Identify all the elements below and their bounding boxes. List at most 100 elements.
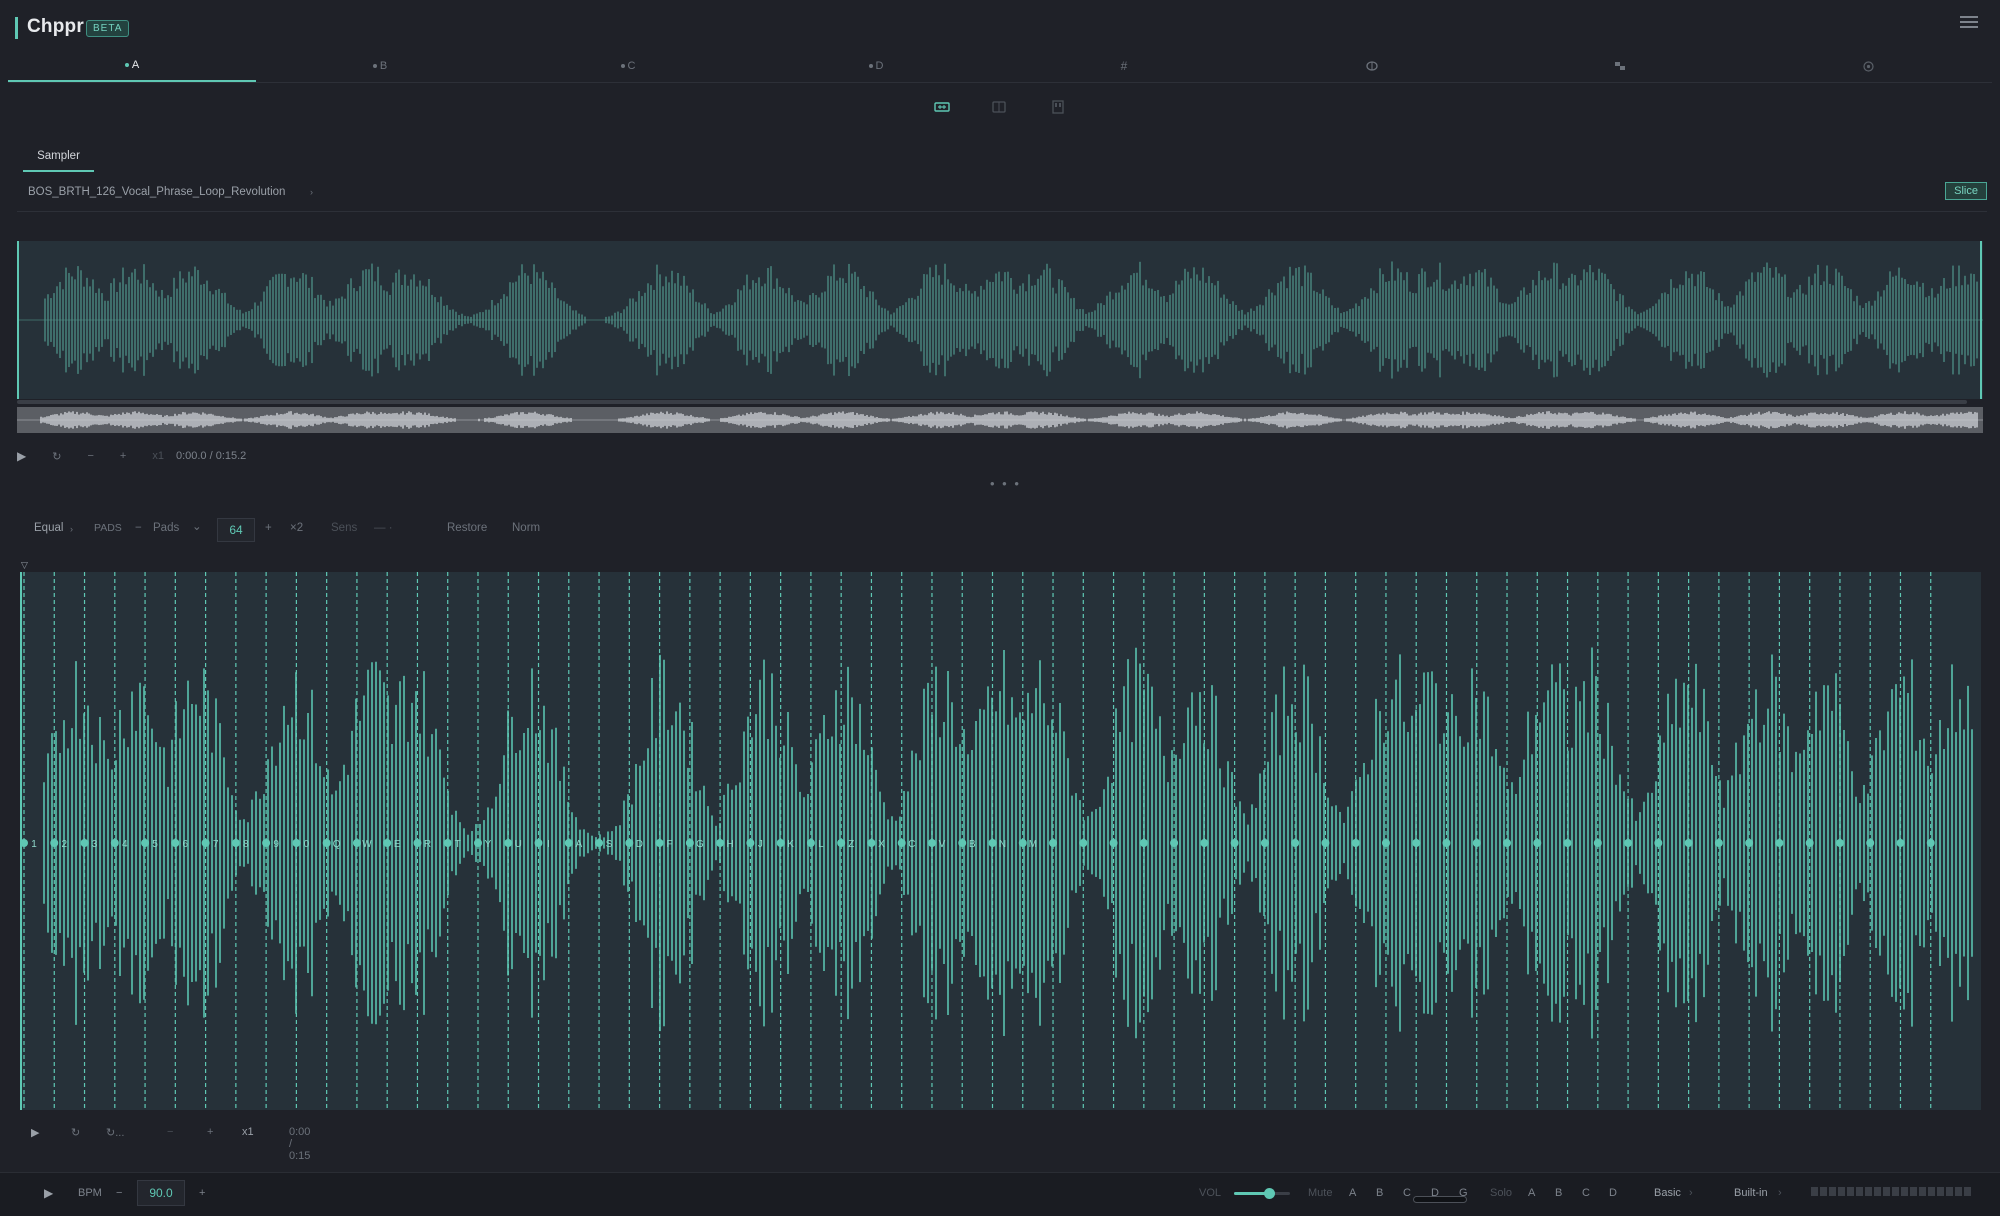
sample-file-name[interactable]: BOS_BRTH_126_Vocal_Phrase_Loop_Revolutio… — [28, 186, 285, 198]
tab-a[interactable]: A — [8, 50, 256, 82]
overview-scrollbar[interactable] — [17, 400, 1967, 404]
slice-handle — [564, 839, 573, 847]
restore-button[interactable]: Restore — [447, 522, 487, 534]
slice-handle — [504, 839, 513, 847]
volume-slider[interactable] — [1234, 1188, 1290, 1199]
speed-button[interactable]: x1 — [152, 450, 164, 462]
slice-handle — [897, 839, 906, 847]
overview-waveform[interactable] — [17, 241, 1983, 399]
slice-handle — [1593, 839, 1602, 847]
slice-handle — [80, 839, 89, 847]
resize-handle[interactable]: • • • — [990, 476, 1021, 491]
mute-c-button[interactable]: C — [1403, 1187, 1411, 1199]
mute-a-button[interactable]: A — [1349, 1187, 1356, 1199]
slice-handle — [1866, 839, 1875, 847]
meter-segment — [1946, 1187, 1953, 1196]
scroll-pill[interactable] — [1413, 1196, 1467, 1203]
output-select[interactable]: Built-in — [1734, 1187, 1768, 1199]
zoom-in-button[interactable]: + — [120, 450, 126, 462]
double-slices-button[interactable]: ×2 — [290, 522, 303, 534]
slice-key-label: 5 — [152, 839, 158, 850]
tab-c[interactable]: C — [504, 50, 752, 82]
play-icon[interactable]: ▶ — [31, 1126, 39, 1139]
slice-handle — [1624, 839, 1633, 847]
loop-range-button[interactable]: ↻... — [106, 1126, 124, 1139]
slice-handle — [171, 839, 180, 847]
tab-b[interactable]: B — [256, 50, 504, 82]
bpm-minus-button[interactable]: − — [116, 1187, 122, 1199]
loop-icon[interactable]: ↻ — [71, 1126, 80, 1139]
tab-settings[interactable] — [1744, 50, 1992, 82]
tab-bar: A B C D # — [8, 50, 1992, 83]
sampler-tab[interactable]: Sampler — [23, 150, 94, 172]
chevron-right-icon[interactable]: › — [70, 524, 73, 534]
sequence-view-icon[interactable] — [1051, 100, 1069, 116]
file-row: BOS_BRTH_126_Vocal_Phrase_Loop_Revolutio… — [17, 180, 1987, 212]
normalize-button[interactable]: Norm — [512, 522, 540, 534]
chevron-right-icon[interactable]: › — [310, 187, 313, 197]
waveform-view-icon[interactable] — [934, 100, 952, 116]
sensitivity-slider[interactable]: — · — [374, 522, 393, 534]
time-ruler — [17, 228, 1983, 240]
brain-icon — [1366, 61, 1378, 71]
chevron-right-icon[interactable]: › — [1778, 1187, 1782, 1199]
pads-minus-button[interactable]: − — [135, 522, 142, 534]
tab-label: A — [131, 59, 140, 71]
solo-c-button[interactable]: C — [1582, 1187, 1590, 1199]
tab-brain[interactable] — [1248, 50, 1496, 82]
hamburger-menu-icon[interactable] — [1960, 16, 1978, 30]
global-play-icon[interactable]: ▶ — [44, 1186, 53, 1200]
solo-b-button[interactable]: B — [1555, 1187, 1562, 1199]
play-icon[interactable]: ▶ — [17, 449, 26, 463]
volume-knob[interactable] — [1263, 1188, 1275, 1199]
meter-segment — [1838, 1187, 1845, 1196]
slice-handle — [867, 839, 876, 847]
pads-caption: PADS — [94, 522, 122, 534]
slice-handle — [1926, 839, 1935, 847]
slice-handle — [322, 839, 331, 847]
bpm-input[interactable]: 90.0 — [137, 1180, 185, 1206]
slice-handle — [1654, 839, 1663, 847]
slice-handle — [1745, 839, 1754, 847]
solo-d-button[interactable]: D — [1609, 1187, 1617, 1199]
slice-handle — [1321, 839, 1330, 847]
preset-select[interactable]: Basic — [1654, 1187, 1681, 1199]
main-time: 0:00 / 0:15 — [289, 1126, 311, 1162]
tab-grid[interactable]: # — [1000, 50, 1248, 82]
slice-button[interactable]: Slice — [1945, 182, 1987, 200]
loop-icon[interactable]: ↻ — [52, 450, 61, 463]
slice-handle — [534, 839, 543, 847]
slice-count-input[interactable]: 64 — [217, 518, 255, 542]
slice-handle — [231, 839, 240, 847]
slice-handle — [1260, 839, 1269, 847]
playhead-marker-icon[interactable]: ▽ — [21, 560, 28, 571]
slice-handle — [837, 839, 846, 847]
tab-d[interactable]: D — [752, 50, 1000, 82]
slice-handle — [473, 839, 482, 847]
brand-mark — [15, 17, 18, 39]
chevron-down-icon[interactable]: ⌄ — [192, 519, 202, 533]
meter-segment — [1874, 1187, 1881, 1196]
slice-waveform[interactable]: 1 2 3 4 5 6 7 8 9 0 Q W E R T Y U I A S D F G H J K L Z X C V B N M — [20, 572, 1981, 1110]
zoom-out-button[interactable]: − — [167, 1126, 173, 1138]
solo-a-button[interactable]: A — [1528, 1187, 1535, 1199]
mute-b-button[interactable]: B — [1376, 1187, 1383, 1199]
slice-key-label: Y — [485, 839, 492, 850]
tab-patch[interactable] — [1496, 50, 1744, 82]
slice-handle — [1139, 839, 1148, 847]
chevron-right-icon[interactable]: › — [1689, 1187, 1693, 1199]
slice-handle — [927, 839, 936, 847]
dot-icon — [868, 64, 873, 68]
slice-handle — [1049, 839, 1058, 847]
slice-count-plus-button[interactable]: + — [265, 522, 272, 534]
zoom-in-button[interactable]: + — [207, 1126, 213, 1138]
pads-select[interactable]: Pads — [153, 522, 179, 534]
speed-button[interactable]: x1 — [242, 1126, 254, 1138]
slice-mode-select[interactable]: Equal — [34, 522, 63, 534]
bpm-label: BPM — [78, 1187, 102, 1199]
waveform-minimap[interactable] — [17, 407, 1983, 433]
pads-view-icon[interactable] — [992, 100, 1010, 116]
zoom-out-button[interactable]: − — [87, 450, 93, 462]
bpm-plus-button[interactable]: + — [199, 1187, 205, 1199]
slice-handle — [806, 839, 815, 847]
